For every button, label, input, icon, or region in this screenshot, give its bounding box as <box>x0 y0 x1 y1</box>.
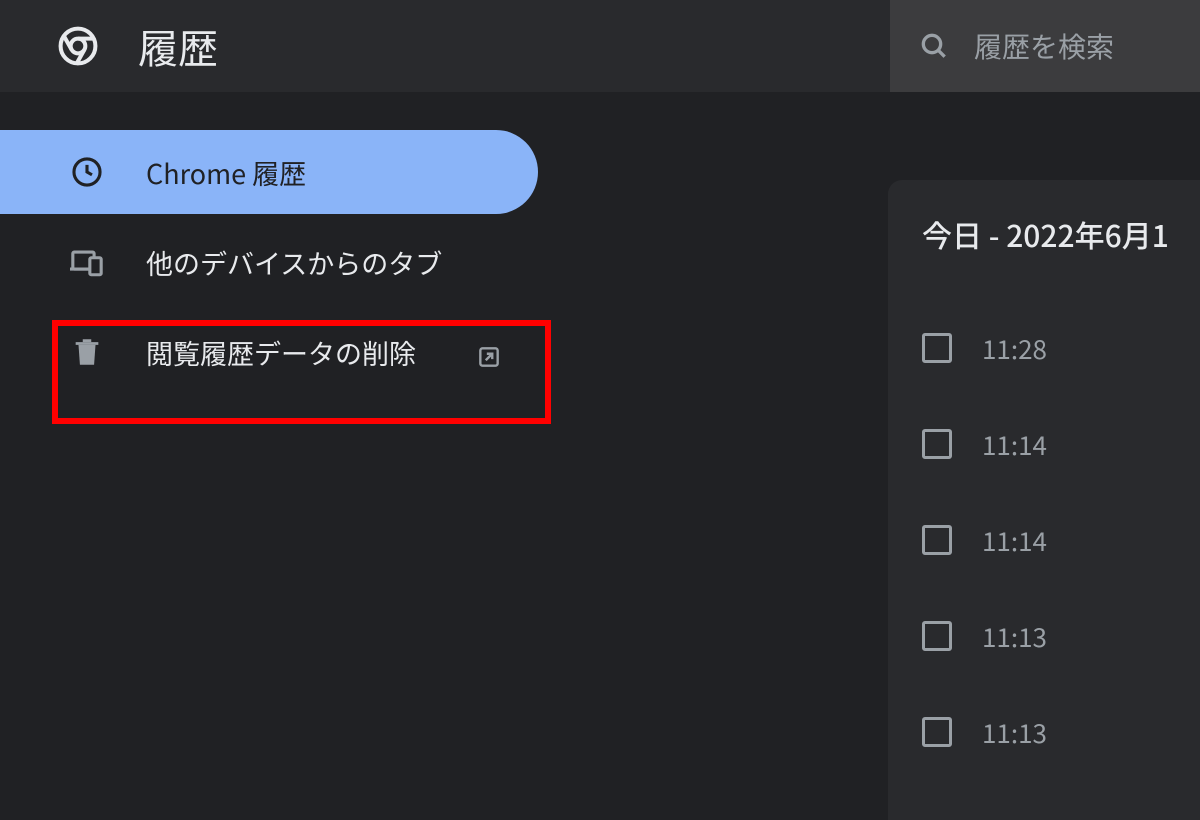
history-panel: 今日 - 2022年6月1 11:28 11:14 11:14 11:13 11… <box>888 180 1200 820</box>
sidebar-item-label: 他のデバイスからのタブ <box>146 243 442 282</box>
content-area: Chrome 履歴 他のデバイスからのタブ 閲覧履歴データの削除 <box>0 92 1200 740</box>
search-input[interactable] <box>974 26 1200 66</box>
history-row[interactable]: 11:13 <box>888 588 1200 684</box>
checkbox[interactable] <box>922 621 952 651</box>
history-row[interactable]: 11:13 <box>888 684 1200 780</box>
checkbox[interactable] <box>922 429 952 459</box>
history-row[interactable]: 11:14 <box>888 492 1200 588</box>
sidebar-item-label: 閲覧履歴データの削除 <box>146 333 416 372</box>
search-box[interactable] <box>890 0 1200 92</box>
chrome-logo-icon <box>56 24 100 68</box>
devices-icon <box>70 245 104 279</box>
checkbox[interactable] <box>922 525 952 555</box>
trash-icon <box>70 335 104 369</box>
sidebar: Chrome 履歴 他のデバイスからのタブ 閲覧履歴データの削除 <box>0 92 560 740</box>
sidebar-item-label: Chrome 履歴 <box>146 153 306 192</box>
history-row[interactable]: 11:28 <box>888 300 1200 396</box>
open-external-icon <box>476 339 502 365</box>
clock-icon <box>70 155 104 189</box>
checkbox[interactable] <box>922 717 952 747</box>
top-bar: 履歴 <box>0 0 1200 92</box>
sidebar-item-other-devices-tabs[interactable]: 他のデバイスからのタブ <box>18 220 538 304</box>
page-title: 履歴 <box>138 17 218 75</box>
history-time: 11:13 <box>982 714 1047 751</box>
search-icon <box>918 30 950 62</box>
checkbox[interactable] <box>922 333 952 363</box>
history-list: 11:28 11:14 11:14 11:13 11:13 <box>888 300 1200 780</box>
history-time: 11:14 <box>982 522 1047 559</box>
history-date-header: 今日 - 2022年6月1 <box>888 212 1200 256</box>
history-time: 11:14 <box>982 426 1047 463</box>
history-time: 11:13 <box>982 618 1047 655</box>
sidebar-item-chrome-history[interactable]: Chrome 履歴 <box>0 130 538 214</box>
history-time: 11:28 <box>982 330 1047 367</box>
sidebar-item-clear-browsing-data[interactable]: 閲覧履歴データの削除 <box>18 310 538 394</box>
history-row[interactable]: 11:14 <box>888 396 1200 492</box>
